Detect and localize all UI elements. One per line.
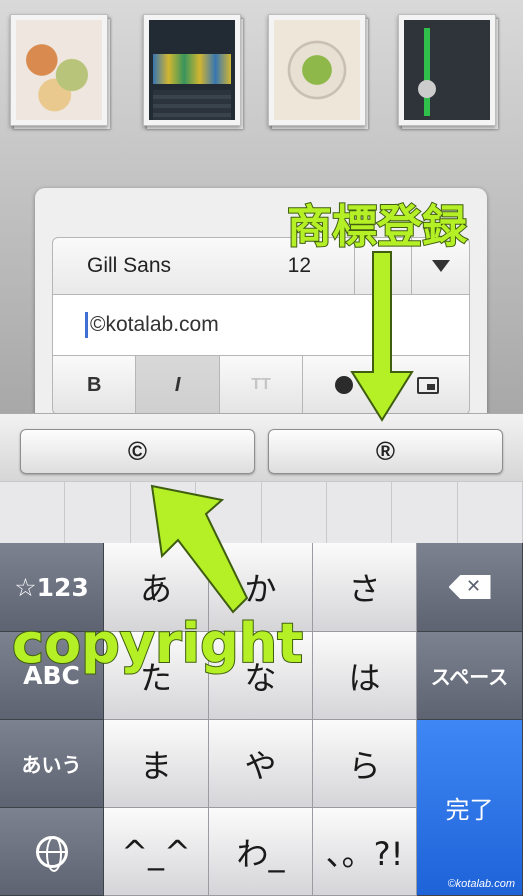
thumbnail-food-1[interactable]	[10, 14, 108, 126]
candidate-bar: © ®	[0, 413, 523, 481]
triangle-down-icon	[431, 260, 450, 272]
key-ha[interactable]: は	[313, 632, 417, 720]
text-size-button[interactable]: TT	[220, 356, 304, 414]
backspace-icon: ✕	[448, 575, 491, 599]
frame-icon	[416, 376, 439, 394]
trademark-annotation: 商標登録	[286, 199, 468, 254]
background-button[interactable]	[387, 356, 469, 414]
color-dot-icon	[335, 376, 354, 394]
thumbnail-transit[interactable]	[398, 14, 496, 126]
key-punctuation[interactable]: 、。?!	[313, 808, 417, 896]
text-caret	[85, 312, 88, 338]
color-button[interactable]	[303, 356, 387, 414]
copyright-candidate-button[interactable]: ©	[20, 429, 255, 474]
key-wa[interactable]: わ_	[209, 808, 313, 896]
done-key[interactable]: 完了	[417, 720, 523, 896]
copyright-annotation: copyright	[11, 611, 304, 676]
triangle-up-icon	[374, 260, 392, 272]
globe-key[interactable]	[0, 808, 104, 896]
kana-mode-key[interactable]: あいう	[0, 720, 104, 808]
key-ya[interactable]: や	[209, 720, 313, 808]
key-sa[interactable]: さ	[313, 543, 417, 632]
candidate-strip	[0, 481, 523, 543]
japanese-keyboard: ☆123 あ か さ ✕ ABC た な は スペース あいう ま や ら 完了…	[0, 543, 523, 896]
key-ma[interactable]: ま	[104, 720, 209, 808]
font-name-label: Gill Sans	[87, 254, 172, 277]
italic-button[interactable]: I	[136, 356, 220, 414]
text-input-value: ©kotalab.com	[90, 313, 219, 336]
thumbnail-food-2[interactable]	[268, 14, 366, 126]
space-key[interactable]: スペース	[417, 632, 523, 720]
bold-button[interactable]: B	[53, 356, 137, 414]
key-emoticon[interactable]: ^_^	[104, 808, 209, 896]
key-ra[interactable]: ら	[313, 720, 417, 808]
text-input[interactable]: ©kotalab.com	[52, 295, 470, 355]
watermark: ©kotalab.com	[447, 878, 515, 890]
thumbnail-sleep-chart[interactable]	[143, 14, 241, 126]
font-size-label: 12	[287, 254, 311, 277]
registered-candidate-button[interactable]: ®	[268, 429, 503, 474]
globe-icon	[35, 835, 68, 872]
style-toolbar: B I TT	[52, 355, 470, 415]
backspace-key[interactable]: ✕	[417, 543, 523, 632]
